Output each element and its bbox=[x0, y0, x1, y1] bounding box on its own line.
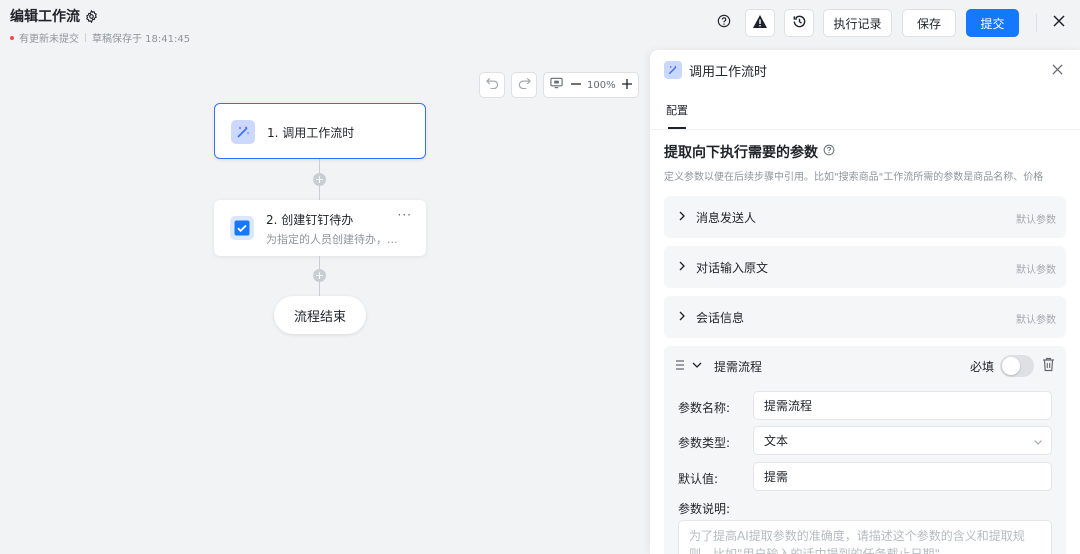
redo-button[interactable] bbox=[511, 72, 537, 98]
param-desc-textarea[interactable]: 为了提高AI提取参数的准确度，请描述这个参数的含义和提取规则，比如"用户输入的话… bbox=[678, 520, 1052, 554]
checkbox-icon bbox=[230, 216, 254, 240]
flow-node-create-todo[interactable]: 2. 创建钉钉待办 为指定的人员创建待办，... ··· bbox=[214, 200, 426, 256]
node-title: 2. 创建钉钉待办 bbox=[266, 213, 354, 227]
param-name-input[interactable]: 提需流程 bbox=[753, 391, 1052, 420]
execution-log-button[interactable]: 执行记录 bbox=[823, 9, 892, 37]
title-area: 编辑工作流 有更新未提交 草稿保存于 18:41:45 bbox=[10, 6, 190, 45]
fit-view-icon[interactable] bbox=[550, 77, 563, 93]
unsaved-status: 有更新未提交 bbox=[19, 34, 79, 45]
top-bar: 编辑工作流 有更新未提交 草稿保存于 18:41:45 执行记录 保存 提交 bbox=[0, 0, 1080, 46]
flow-node-trigger[interactable]: 1. 调用工作流时 bbox=[214, 103, 426, 159]
magic-wand-icon bbox=[231, 120, 255, 144]
param-row-custom: 提需流程 必填 参数名称: 提需流程 参数类型: 文本 默认值: 提需 参数说明… bbox=[664, 346, 1066, 554]
chevron-down-icon[interactable] bbox=[691, 359, 703, 371]
close-editor-button[interactable] bbox=[1044, 9, 1074, 37]
chevron-down-icon bbox=[1033, 436, 1043, 446]
undo-button[interactable] bbox=[479, 72, 505, 98]
question-icon bbox=[717, 14, 731, 32]
section-title: 提取向下执行需要的参数 bbox=[664, 142, 835, 162]
tab-config[interactable]: 配置 bbox=[666, 102, 688, 118]
gear-icon[interactable] bbox=[84, 9, 98, 23]
section-description: 定义参数以便在后续步骤中引用。比如"搜索商品"工作流所需的参数是商品名称、价格 bbox=[664, 172, 1044, 183]
save-button[interactable]: 保存 bbox=[902, 9, 956, 37]
param-type-select[interactable]: 文本 bbox=[753, 426, 1052, 455]
zoom-out-icon[interactable] bbox=[571, 78, 581, 93]
close-icon bbox=[1053, 15, 1065, 31]
status-divider bbox=[85, 33, 86, 42]
submit-button[interactable]: 提交 bbox=[966, 9, 1019, 37]
question-icon[interactable] bbox=[823, 144, 835, 160]
history-icon bbox=[792, 14, 807, 33]
toggle-knob bbox=[1002, 357, 1020, 375]
redo-icon bbox=[518, 77, 531, 93]
node-description: 为指定的人员创建待办，... bbox=[266, 233, 398, 246]
add-node-button[interactable]: + bbox=[313, 269, 326, 282]
close-icon[interactable] bbox=[1048, 60, 1066, 78]
required-label: 必填 bbox=[970, 360, 995, 374]
param-name: 提需流程 bbox=[714, 360, 763, 374]
draft-status: 草稿保存于 18:41:45 bbox=[92, 34, 191, 45]
unsaved-dot-icon bbox=[10, 35, 14, 40]
param-name: 会话信息 bbox=[696, 311, 745, 325]
param-name-label: 参数名称: bbox=[678, 401, 731, 415]
node-config-panel: 调用工作流时 配置 提取向下执行需要的参数 定义参数以便在后续步骤中引用。比如"… bbox=[650, 50, 1080, 554]
magic-wand-icon bbox=[664, 61, 682, 79]
zoom-level: 100% bbox=[587, 79, 616, 91]
tab-divider bbox=[650, 129, 1080, 130]
chevron-right-icon bbox=[676, 310, 688, 322]
param-name: 对话输入原文 bbox=[696, 261, 769, 275]
drag-handle-icon[interactable] bbox=[676, 359, 686, 371]
node-title: 1. 调用工作流时 bbox=[267, 126, 355, 140]
toolbar-divider bbox=[1036, 14, 1037, 32]
param-desc-label: 参数说明: bbox=[678, 502, 731, 516]
add-node-button[interactable]: + bbox=[313, 173, 326, 186]
page-title: 编辑工作流 bbox=[10, 9, 80, 25]
zoom-in-icon[interactable] bbox=[621, 78, 632, 93]
warning-button[interactable] bbox=[745, 9, 775, 37]
default-value-input[interactable]: 提需 bbox=[753, 462, 1052, 491]
section-title-text: 提取向下执行需要的参数 bbox=[664, 145, 818, 161]
default-param-tag: 默认参数 bbox=[1016, 215, 1056, 226]
default-param-tag: 默认参数 bbox=[1016, 315, 1056, 326]
chevron-right-icon bbox=[676, 260, 688, 272]
warning-icon bbox=[752, 14, 768, 33]
flow-end-node[interactable]: 流程结束 bbox=[274, 296, 366, 334]
param-type-label: 参数类型: bbox=[678, 436, 731, 450]
default-value-label: 默认值: bbox=[678, 472, 719, 486]
param-type-value: 文本 bbox=[764, 434, 789, 448]
panel-title: 调用工作流时 bbox=[689, 64, 768, 80]
save-status: 有更新未提交 草稿保存于 18:41:45 bbox=[10, 30, 190, 45]
param-row-original-input[interactable]: 对话输入原文 默认参数 bbox=[664, 246, 1066, 288]
zoom-controls: 100% bbox=[543, 72, 639, 98]
history-button[interactable] bbox=[784, 9, 814, 37]
required-toggle[interactable] bbox=[1000, 355, 1034, 377]
default-param-tag: 默认参数 bbox=[1016, 265, 1056, 276]
param-name: 消息发送人 bbox=[696, 211, 757, 225]
param-row-sender[interactable]: 消息发送人 默认参数 bbox=[664, 196, 1066, 238]
help-button[interactable] bbox=[709, 9, 739, 37]
undo-icon bbox=[485, 77, 499, 93]
chevron-right-icon bbox=[676, 210, 688, 222]
trash-icon[interactable] bbox=[1042, 357, 1056, 373]
more-icon[interactable]: ··· bbox=[398, 208, 412, 222]
param-row-session-info[interactable]: 会话信息 默认参数 bbox=[664, 296, 1066, 338]
